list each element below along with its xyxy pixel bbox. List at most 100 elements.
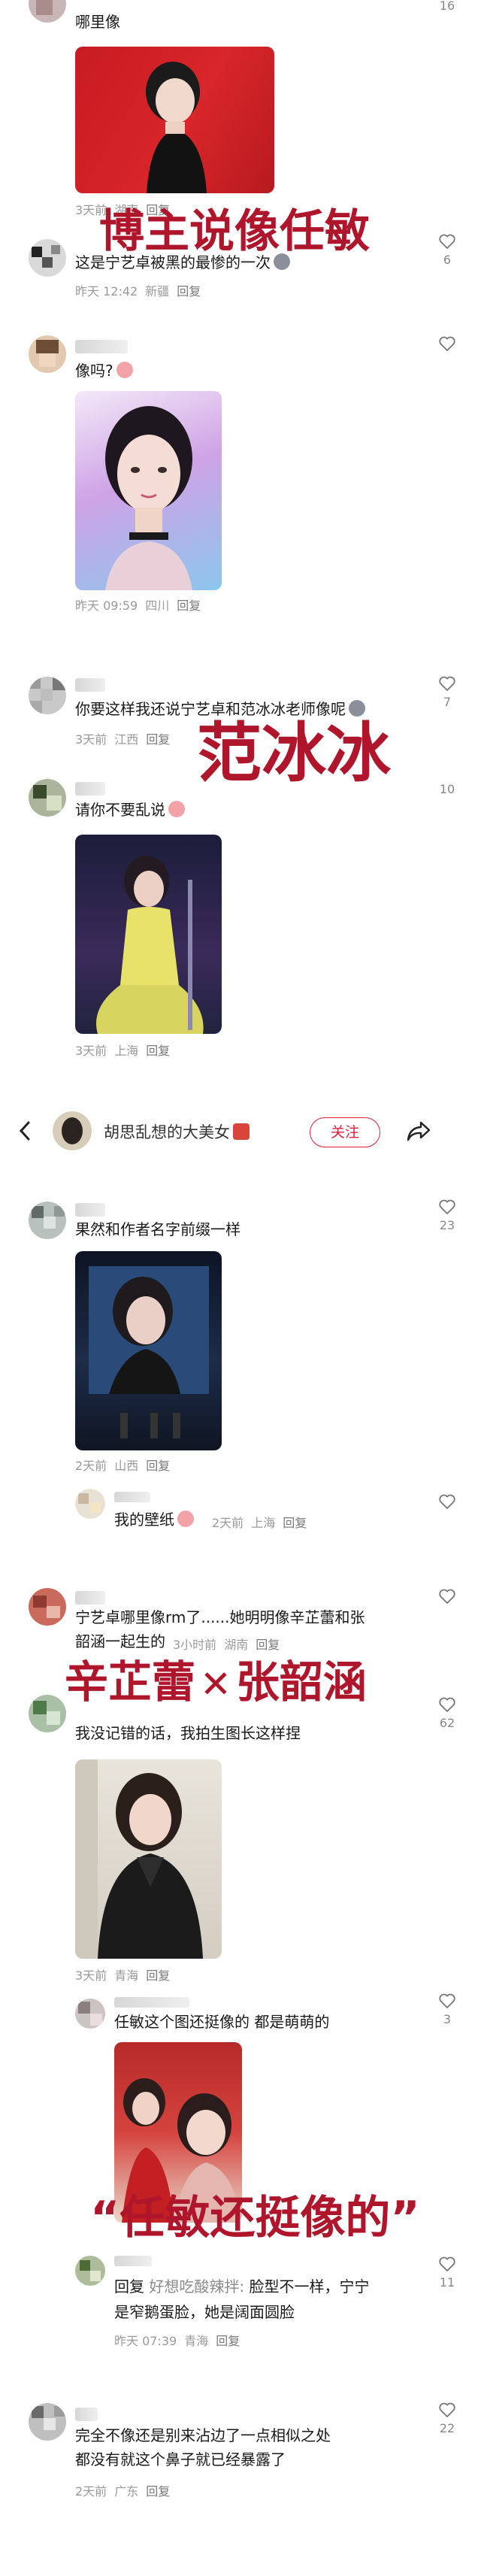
like-count: 23 bbox=[439, 1218, 455, 1232]
like-button[interactable] bbox=[436, 1493, 458, 1510]
heart-icon bbox=[439, 2402, 455, 2418]
like-button[interactable]: 22 bbox=[436, 2402, 458, 2435]
comment-photo[interactable] bbox=[75, 1759, 222, 1959]
username-placeholder[interactable] bbox=[114, 1492, 150, 1502]
comment-text: 是窄鹅蛋脸，她是阔面圆脸 bbox=[114, 2303, 295, 2321]
comment-text: 宁艺卓哪里像rm了......她明明像辛芷蕾和张 bbox=[75, 1608, 365, 1626]
comment-text: 都没有就这个鼻子就已经暴露了 bbox=[75, 2450, 286, 2468]
like-button[interactable]: 7 bbox=[436, 675, 458, 709]
like-count: 6 bbox=[443, 253, 452, 267]
author-name[interactable]: 胡思乱想的大美女 bbox=[104, 1120, 250, 1143]
heart-icon bbox=[439, 1589, 455, 1605]
reply-link[interactable]: 回复 bbox=[146, 1044, 170, 1058]
like-count: 10 bbox=[439, 782, 455, 796]
reply-link[interactable]: 回复 bbox=[146, 1459, 170, 1473]
comment-text: 韶涵一起生的 bbox=[75, 1632, 165, 1650]
comment-photo[interactable] bbox=[75, 47, 274, 193]
comment-text: 这是宁艺卓被黑的最惨的一次 bbox=[75, 251, 290, 274]
reply-link[interactable]: 回复 bbox=[146, 2484, 170, 2499]
comment-meta: 3天前 江西 回复 bbox=[75, 732, 171, 747]
share-icon[interactable] bbox=[406, 1120, 431, 1141]
comment-meta: 3天前 上海 回复 bbox=[75, 1044, 171, 1058]
avatar[interactable] bbox=[29, 239, 66, 277]
comment-meta: 2天前 山西 回复 bbox=[75, 1459, 171, 1473]
heart-icon bbox=[439, 336, 455, 352]
heart-icon bbox=[439, 1199, 455, 1215]
like-count: 3 bbox=[443, 2012, 452, 2026]
like-button[interactable] bbox=[436, 335, 458, 352]
avatar[interactable] bbox=[75, 1999, 105, 2029]
avatar[interactable] bbox=[29, 677, 66, 714]
like-button[interactable] bbox=[436, 1588, 458, 1605]
comment-text: 完全不像还是别来沾边了一点相似之处 bbox=[75, 2426, 331, 2444]
annotation-overlay: “任敏还挺像的” bbox=[90, 2192, 420, 2244]
username-placeholder[interactable] bbox=[75, 340, 128, 353]
comment-meta: 昨天 12:42 新疆 回复 bbox=[75, 284, 201, 299]
reply-link[interactable]: 回复 bbox=[283, 1516, 307, 1530]
avatar[interactable] bbox=[75, 2256, 105, 2286]
reply-link[interactable]: 回复 bbox=[216, 2334, 240, 2348]
portrait-image bbox=[75, 1759, 203, 1959]
back-arrow-icon[interactable] bbox=[17, 1120, 33, 1141]
pig-emoji-icon bbox=[168, 801, 185, 817]
username-placeholder[interactable] bbox=[75, 2408, 98, 2421]
reply-link[interactable]: 回复 bbox=[256, 1638, 280, 1652]
reply-link[interactable]: 回复 bbox=[146, 1968, 170, 1983]
like-count: 62 bbox=[439, 1716, 455, 1730]
heart-icon bbox=[439, 1494, 455, 1510]
avatar[interactable] bbox=[29, 1695, 66, 1732]
like-button[interactable]: 3 bbox=[436, 1993, 458, 2026]
avatar[interactable] bbox=[29, 335, 66, 373]
reply-link[interactable]: 回复 bbox=[177, 599, 201, 613]
comment-photo[interactable] bbox=[75, 1251, 222, 1450]
pig-emoji-icon bbox=[116, 362, 133, 378]
comment-meta: 昨天 09:59 四川 回复 bbox=[75, 599, 201, 613]
poop-emoji-icon bbox=[274, 253, 290, 270]
avatar[interactable] bbox=[29, 1202, 66, 1239]
comment-photo[interactable] bbox=[75, 391, 222, 590]
follow-button[interactable]: 关注 bbox=[310, 1117, 380, 1147]
username-placeholder[interactable] bbox=[114, 1997, 189, 2008]
comment-text: 我没记错的话，我拍生图长这样捏 bbox=[75, 1724, 301, 1742]
reply-link[interactable]: 回复 bbox=[146, 732, 170, 747]
comment-text: 像吗? bbox=[75, 359, 133, 382]
comment-text: 果然和作者名字前缀一样 bbox=[75, 1220, 240, 1238]
username-placeholder[interactable] bbox=[75, 1591, 105, 1605]
like-button[interactable]: 23 bbox=[436, 1199, 458, 1232]
heart-icon bbox=[439, 234, 455, 250]
portrait-image bbox=[89, 1266, 209, 1438]
username-placeholder[interactable] bbox=[114, 2256, 152, 2266]
portrait-image bbox=[96, 856, 204, 1034]
comment-text: 请你不要乱说 bbox=[75, 799, 185, 821]
post-author-bar: 胡思乱想的大美女 关注 bbox=[0, 1098, 481, 1162]
username-placeholder[interactable] bbox=[75, 1203, 105, 1217]
like-count: 16 bbox=[439, 0, 455, 13]
like-count: 7 bbox=[443, 695, 452, 709]
avatar[interactable] bbox=[29, 0, 66, 23]
like-button[interactable]: 16 bbox=[436, 0, 458, 13]
comment-photo[interactable] bbox=[75, 835, 222, 1034]
comment-text: 任敏这个图还挺像的 都是萌萌的 bbox=[114, 2013, 330, 2031]
like-button[interactable]: 11 bbox=[436, 2256, 458, 2290]
comment-meta: 3小时前 湖南 回复 bbox=[173, 1638, 280, 1652]
comment-text: 我的壁纸 bbox=[114, 1508, 194, 1531]
like-button[interactable]: 62 bbox=[436, 1696, 458, 1730]
avatar[interactable] bbox=[29, 1588, 66, 1626]
avatar[interactable] bbox=[29, 2403, 66, 2441]
comment-meta: 2天前 上海 回复 bbox=[212, 1516, 307, 1530]
pig-emoji-icon bbox=[177, 1511, 194, 1527]
like-button[interactable]: 6 bbox=[436, 233, 458, 267]
author-avatar[interactable] bbox=[53, 1111, 92, 1150]
portrait-image bbox=[146, 62, 207, 193]
avatar[interactable] bbox=[29, 779, 66, 817]
annotation-overlay: 范冰冰 bbox=[197, 716, 391, 791]
reply-target[interactable]: 好想吃酸辣拌: bbox=[149, 2277, 244, 2296]
like-button[interactable]: 10 bbox=[436, 779, 458, 796]
reply-link[interactable]: 回复 bbox=[177, 284, 201, 299]
heart-icon bbox=[439, 676, 455, 692]
username-placeholder[interactable] bbox=[75, 782, 105, 796]
avatar[interactable] bbox=[75, 1489, 105, 1519]
username-placeholder[interactable] bbox=[75, 678, 105, 692]
comment-text: 回复 好想吃酸辣拌: 脸型不一样，宁宁 bbox=[114, 2277, 370, 2296]
like-count: 22 bbox=[439, 2421, 455, 2435]
